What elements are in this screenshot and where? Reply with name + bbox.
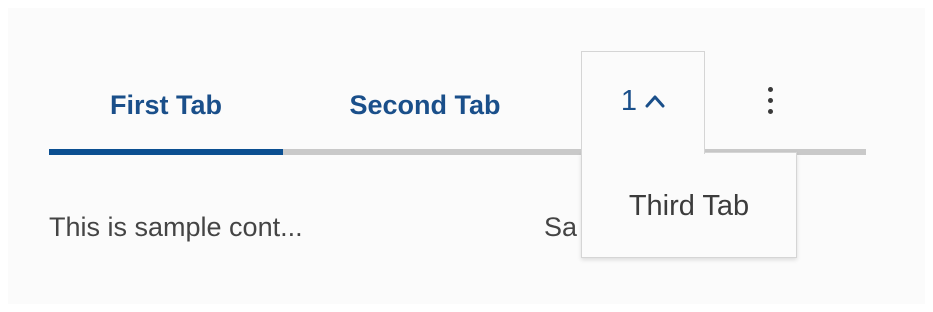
- tab-bar: First Tab Second Tab: [49, 60, 866, 156]
- dropdown-item-third-tab[interactable]: Third Tab: [582, 181, 796, 231]
- chevron-up-icon: [645, 94, 665, 108]
- active-tab-indicator: [49, 149, 283, 155]
- overflow-count: 1: [620, 84, 638, 117]
- overflow-dropdown: Third Tab: [581, 152, 797, 258]
- more-dot: [767, 97, 773, 103]
- more-dot: [767, 108, 773, 114]
- tab-second[interactable]: Second Tab: [283, 60, 567, 150]
- tab-first[interactable]: First Tab: [49, 60, 283, 150]
- tab-content-text-secondary: Sa: [544, 212, 578, 242]
- dropdown-item-label: Third Tab: [628, 189, 750, 222]
- more-vertical-icon[interactable]: [750, 80, 790, 120]
- more-dot: [767, 86, 773, 92]
- overflow-tabs-toggle[interactable]: 1: [581, 51, 705, 154]
- tab-second-label: Second Tab: [349, 89, 501, 120]
- tab-content-text: This is sample cont...: [49, 212, 303, 242]
- tab-first-label: First Tab: [109, 89, 222, 120]
